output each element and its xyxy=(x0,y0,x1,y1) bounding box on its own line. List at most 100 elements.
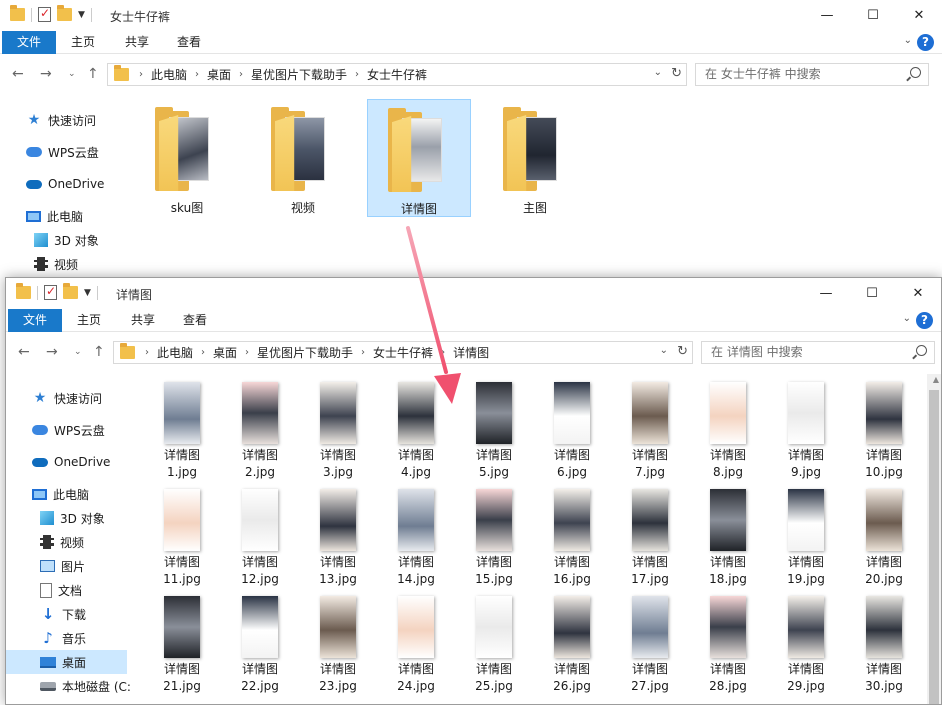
folder-item[interactable]: 主图 xyxy=(483,99,587,217)
file-item[interactable]: 详情图 11.jpg xyxy=(145,487,219,592)
file-item[interactable]: 详情图 24.jpg xyxy=(379,594,453,699)
file-item[interactable]: 详情图 27.jpg xyxy=(613,594,687,699)
refresh-icon[interactable]: ↻ xyxy=(671,66,682,81)
file-item[interactable]: 详情图 18.jpg xyxy=(691,487,765,592)
file-item[interactable]: 详情图 15.jpg xyxy=(457,487,531,592)
tab-view[interactable]: 查看 xyxy=(170,309,220,332)
breadcrumb-item[interactable]: 女士牛仔裤 xyxy=(367,66,427,83)
help-icon[interactable]: ? xyxy=(916,312,933,329)
sidebar-item-quick-access[interactable]: ★ 快速访问 xyxy=(32,386,102,410)
file-item[interactable]: 详情图 19.jpg xyxy=(769,487,843,592)
tab-home[interactable]: 主页 xyxy=(64,309,114,332)
customize-dropdown-icon[interactable]: ▼ xyxy=(84,288,91,298)
file-item[interactable]: 详情图 8.jpg xyxy=(691,380,765,485)
folder-item[interactable]: sku图 xyxy=(135,99,239,217)
tab-view[interactable]: 查看 xyxy=(164,31,214,54)
file-item[interactable]: 详情图 25.jpg xyxy=(457,594,531,699)
sidebar-item-3d-objects[interactable]: 3D 对象 xyxy=(40,506,105,530)
file-item[interactable]: 详情图 16.jpg xyxy=(535,487,609,592)
new-folder-icon[interactable] xyxy=(63,283,78,299)
file-item[interactable]: 详情图 12.jpg xyxy=(223,487,297,592)
file-item[interactable]: 详情图 17.jpg xyxy=(613,487,687,592)
recent-locations-icon[interactable]: ⌄ xyxy=(68,69,76,79)
sidebar-item-desktop[interactable]: 桌面 xyxy=(6,650,127,674)
properties-icon[interactable] xyxy=(44,284,57,300)
file-item[interactable]: 详情图 14.jpg xyxy=(379,487,453,592)
tab-file[interactable]: 文件 xyxy=(8,309,62,332)
sidebar-item-documents[interactable]: 文档 xyxy=(40,578,82,602)
file-item[interactable]: 详情图 2.jpg xyxy=(223,380,297,485)
refresh-icon[interactable]: ↻ xyxy=(677,344,688,359)
expand-ribbon-icon[interactable]: ⌄ xyxy=(904,35,912,46)
back-arrow-icon[interactable]: ← xyxy=(12,66,24,82)
tab-file[interactable]: 文件 xyxy=(2,31,56,54)
sidebar-item-3d-objects[interactable]: 3D 对象 xyxy=(34,228,99,252)
forward-arrow-icon[interactable]: → xyxy=(40,66,52,82)
breadcrumb-item[interactable]: 详情图 xyxy=(453,344,489,361)
address-dropdown-icon[interactable]: ⌄ xyxy=(654,67,662,78)
file-item[interactable]: 详情图 5.jpg xyxy=(457,380,531,485)
file-item[interactable]: 详情图 13.jpg xyxy=(301,487,375,592)
back-arrow-icon[interactable]: ← xyxy=(18,344,30,360)
minimize-button[interactable]: — xyxy=(803,278,849,309)
file-item[interactable]: 详情图 26.jpg xyxy=(535,594,609,699)
minimize-button[interactable]: — xyxy=(804,0,850,31)
file-item[interactable]: 详情图 30.jpg xyxy=(847,594,921,699)
search-input[interactable]: 在 详情图 中搜索 xyxy=(701,341,935,364)
sidebar-item-wps-cloud[interactable]: WPS云盘 xyxy=(32,418,105,442)
breadcrumb-item[interactable]: 桌面 xyxy=(207,66,231,83)
breadcrumb-item[interactable]: 此电脑 xyxy=(151,66,187,83)
up-arrow-icon[interactable]: ↑ xyxy=(93,344,105,360)
file-item[interactable]: 详情图 23.jpg xyxy=(301,594,375,699)
search-input[interactable]: 在 女士牛仔裤 中搜索 xyxy=(695,63,929,86)
breadcrumb-item[interactable]: 此电脑 xyxy=(157,344,193,361)
breadcrumb-item[interactable]: 桌面 xyxy=(213,344,237,361)
file-item[interactable]: 详情图 29.jpg xyxy=(769,594,843,699)
sidebar-item-local-disk[interactable]: 本地磁盘 (C: xyxy=(40,674,131,698)
address-bar[interactable]: › 此电脑 › 桌面 › 星优图片下载助手 › 女士牛仔裤 ⌄ ↻ xyxy=(107,63,687,86)
sidebar-item-this-pc[interactable]: 此电脑 xyxy=(32,482,89,506)
breadcrumb-item[interactable]: 女士牛仔裤 xyxy=(373,344,433,361)
folder-item-selected[interactable]: 详情图 xyxy=(367,99,471,217)
file-item[interactable]: 详情图 28.jpg xyxy=(691,594,765,699)
tab-home[interactable]: 主页 xyxy=(58,31,108,54)
recent-locations-icon[interactable]: ⌄ xyxy=(74,347,82,357)
scrollbar-thumb[interactable] xyxy=(929,390,939,704)
file-item[interactable]: 详情图 7.jpg xyxy=(613,380,687,485)
scroll-up-arrow-icon[interactable]: ▲ xyxy=(933,375,939,384)
new-folder-icon[interactable] xyxy=(57,5,72,21)
tab-share[interactable]: 共享 xyxy=(112,31,162,54)
maximize-button[interactable]: ☐ xyxy=(849,278,895,309)
forward-arrow-icon[interactable]: → xyxy=(46,344,58,360)
file-item[interactable]: 详情图 4.jpg xyxy=(379,380,453,485)
sidebar-item-onedrive[interactable]: OneDrive xyxy=(32,450,110,474)
address-dropdown-icon[interactable]: ⌄ xyxy=(660,345,668,356)
file-item[interactable]: 详情图 1.jpg xyxy=(145,380,219,485)
sidebar-item-pictures[interactable]: 图片 xyxy=(40,554,85,578)
sidebar-item-music[interactable]: ♪ 音乐 xyxy=(40,626,86,650)
file-item[interactable]: 详情图 21.jpg xyxy=(145,594,219,699)
properties-icon[interactable] xyxy=(38,6,51,22)
file-item[interactable]: 详情图 10.jpg xyxy=(847,380,921,485)
file-item[interactable]: 详情图 9.jpg xyxy=(769,380,843,485)
file-item[interactable]: 详情图 6.jpg xyxy=(535,380,609,485)
maximize-button[interactable]: ☐ xyxy=(850,0,896,31)
expand-ribbon-icon[interactable]: ⌄ xyxy=(903,313,911,324)
customize-dropdown-icon[interactable]: ▼ xyxy=(78,10,85,20)
breadcrumb-item[interactable]: 星优图片下载助手 xyxy=(257,344,353,361)
tab-share[interactable]: 共享 xyxy=(118,309,168,332)
help-icon[interactable]: ? xyxy=(917,34,934,51)
close-button[interactable]: ✕ xyxy=(896,0,942,31)
sidebar-item-videos[interactable]: 视频 xyxy=(34,252,78,276)
sidebar-item-videos[interactable]: 视频 xyxy=(40,530,84,554)
address-bar[interactable]: › 此电脑 › 桌面 › 星优图片下载助手 › 女士牛仔裤 › 详情图 ⌄ ↻ xyxy=(113,341,693,364)
up-arrow-icon[interactable]: ↑ xyxy=(87,66,99,82)
folder-item[interactable]: 视频 xyxy=(251,99,355,217)
file-item[interactable]: 详情图 20.jpg xyxy=(847,487,921,592)
sidebar-item-downloads[interactable]: ↓ 下载 xyxy=(40,602,86,626)
close-button[interactable]: ✕ xyxy=(895,278,941,309)
sidebar-item-quick-access[interactable]: ★ 快速访问 xyxy=(26,108,96,132)
breadcrumb-item[interactable]: 星优图片下载助手 xyxy=(251,66,347,83)
file-item[interactable]: 详情图 22.jpg xyxy=(223,594,297,699)
file-item[interactable]: 详情图 3.jpg xyxy=(301,380,375,485)
